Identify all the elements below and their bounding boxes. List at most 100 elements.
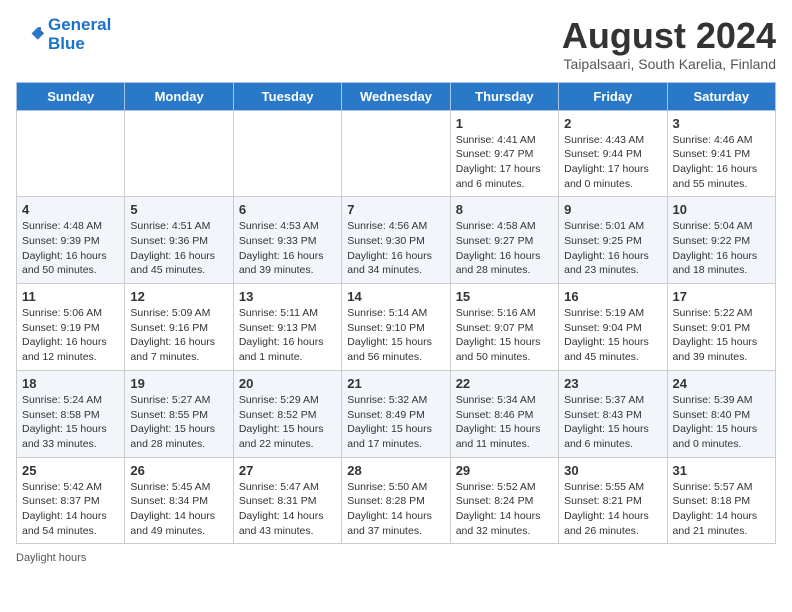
calendar-cell: 5Sunrise: 4:51 AM Sunset: 9:36 PM Daylig…: [125, 197, 233, 284]
day-info: Sunrise: 5:19 AM Sunset: 9:04 PM Dayligh…: [564, 306, 661, 365]
calendar-cell: 27Sunrise: 5:47 AM Sunset: 8:31 PM Dayli…: [233, 457, 341, 544]
calendar-cell: 3 Sunrise: 4:46 AM Sunset: 9:41 PM Daylig…: [667, 110, 775, 197]
day-number: 22: [456, 376, 553, 391]
calendar-cell: [342, 110, 450, 197]
day-number: 18: [22, 376, 119, 391]
day-info: Sunrise: 5:24 AM Sunset: 8:58 PM Dayligh…: [22, 393, 119, 452]
calendar-footer: Daylight hours: [16, 552, 776, 564]
day-info: Sunrise: 5:57 AM Sunset: 8:18 PM Dayligh…: [673, 480, 770, 539]
calendar-table: SundayMondayTuesdayWednesdayThursdayFrid…: [16, 82, 776, 545]
day-number: 4: [22, 202, 119, 217]
day-info: Sunrise: 4:46 AM Sunset: 9:41 PM Dayligh…: [673, 133, 770, 192]
day-number: 5: [130, 202, 227, 217]
calendar-cell: 17 Sunrise: 5:22 AM Sunset: 9:01 PM Dayli…: [667, 284, 775, 371]
calendar-cell: 9 Sunrise: 5:01 AM Sunset: 9:25 PM Daylig…: [559, 197, 667, 284]
calendar-cell: 4 Sunrise: 4:48 AM Sunset: 9:39 PM Daylig…: [17, 197, 125, 284]
calendar-week-row: 1Sunrise: 4:41 AM Sunset: 9:47 PM Daylig…: [17, 110, 776, 197]
day-number: 6: [239, 202, 336, 217]
day-info: Sunrise: 5:01 AM Sunset: 9:25 PM Dayligh…: [564, 219, 661, 278]
day-number: 19: [130, 376, 227, 391]
calendar-cell: 8 Sunrise: 4:58 AM Sunset: 9:27 PM Daylig…: [450, 197, 558, 284]
day-number: 28: [347, 463, 444, 478]
day-number: 26: [130, 463, 227, 478]
calendar-cell: 28 Sunrise: 5:50 AM Sunset: 8:28 PM Dayli…: [342, 457, 450, 544]
day-info: Sunrise: 5:22 AM Sunset: 9:01 PM Dayligh…: [673, 306, 770, 365]
calendar-cell: 6 Sunrise: 4:53 AM Sunset: 9:33 PM Daylig…: [233, 197, 341, 284]
calendar-cell: [233, 110, 341, 197]
logo-text: General Blue: [48, 16, 111, 53]
day-info: Sunrise: 4:56 AM Sunset: 9:30 PM Dayligh…: [347, 219, 444, 278]
day-info: Sunrise: 5:09 AM Sunset: 9:16 PM Dayligh…: [130, 306, 227, 365]
calendar-cell: [125, 110, 233, 197]
day-number: 21: [347, 376, 444, 391]
day-number: 16: [564, 289, 661, 304]
calendar-dow-header: Friday: [559, 82, 667, 110]
day-number: 31: [673, 463, 770, 478]
day-info: Sunrise: 5:52 AM Sunset: 8:24 PM Dayligh…: [456, 480, 553, 539]
logo: General Blue: [16, 16, 111, 53]
calendar-cell: 26 Sunrise: 5:45 AM Sunset: 8:34 PM Dayli…: [125, 457, 233, 544]
day-info: Sunrise: 5:39 AM Sunset: 8:40 PM Dayligh…: [673, 393, 770, 452]
calendar-cell: 21Sunrise: 5:32 AM Sunset: 8:49 PM Dayli…: [342, 370, 450, 457]
calendar-dow-header: Sunday: [17, 82, 125, 110]
day-info: Sunrise: 5:29 AM Sunset: 8:52 PM Dayligh…: [239, 393, 336, 452]
calendar-cell: 19 Sunrise: 5:27 AM Sunset: 8:55 PM Dayli…: [125, 370, 233, 457]
calendar-cell: 30Sunrise: 5:55 AM Sunset: 8:21 PM Dayli…: [559, 457, 667, 544]
day-info: Sunrise: 5:04 AM Sunset: 9:22 PM Dayligh…: [673, 219, 770, 278]
calendar-cell: 2 Sunrise: 4:43 AM Sunset: 9:44 PM Daylig…: [559, 110, 667, 197]
calendar-week-row: 18 Sunrise: 5:24 AM Sunset: 8:58 PM Dayli…: [17, 370, 776, 457]
day-info: Sunrise: 5:06 AM Sunset: 9:19 PM Dayligh…: [22, 306, 119, 365]
day-number: 15: [456, 289, 553, 304]
day-number: 3: [673, 116, 770, 131]
day-number: 25: [22, 463, 119, 478]
calendar-dow-header: Thursday: [450, 82, 558, 110]
day-info: Sunrise: 4:48 AM Sunset: 9:39 PM Dayligh…: [22, 219, 119, 278]
day-info: Sunrise: 5:11 AM Sunset: 9:13 PM Dayligh…: [239, 306, 336, 365]
day-info: Sunrise: 5:50 AM Sunset: 8:28 PM Dayligh…: [347, 480, 444, 539]
calendar-cell: 13 Sunrise: 5:11 AM Sunset: 9:13 PM Dayli…: [233, 284, 341, 371]
calendar-dow-header: Saturday: [667, 82, 775, 110]
calendar-cell: 11Sunrise: 5:06 AM Sunset: 9:19 PM Dayli…: [17, 284, 125, 371]
day-number: 2: [564, 116, 661, 131]
calendar-cell: 10 Sunrise: 5:04 AM Sunset: 9:22 PM Dayli…: [667, 197, 775, 284]
day-number: 10: [673, 202, 770, 217]
day-info: Sunrise: 5:16 AM Sunset: 9:07 PM Dayligh…: [456, 306, 553, 365]
page-header: General Blue August 2024 Taipalsaari, So…: [16, 16, 776, 72]
daylight-label: Daylight hours: [16, 552, 86, 564]
day-info: Sunrise: 4:43 AM Sunset: 9:44 PM Dayligh…: [564, 133, 661, 192]
day-info: Sunrise: 5:34 AM Sunset: 8:46 PM Dayligh…: [456, 393, 553, 452]
month-title: August 2024: [562, 16, 776, 56]
day-number: 7: [347, 202, 444, 217]
calendar-week-row: 11Sunrise: 5:06 AM Sunset: 9:19 PM Dayli…: [17, 284, 776, 371]
calendar-cell: 16 Sunrise: 5:19 AM Sunset: 9:04 PM Dayli…: [559, 284, 667, 371]
calendar-week-row: 25 Sunrise: 5:42 AM Sunset: 8:37 PM Dayli…: [17, 457, 776, 544]
calendar-cell: 31 Sunrise: 5:57 AM Sunset: 8:18 PM Dayli…: [667, 457, 775, 544]
calendar-cell: 7 Sunrise: 4:56 AM Sunset: 9:30 PM Daylig…: [342, 197, 450, 284]
day-number: 14: [347, 289, 444, 304]
calendar-cell: 12Sunrise: 5:09 AM Sunset: 9:16 PM Dayli…: [125, 284, 233, 371]
day-number: 13: [239, 289, 336, 304]
day-info: Sunrise: 5:37 AM Sunset: 8:43 PM Dayligh…: [564, 393, 661, 452]
day-info: Sunrise: 4:41 AM Sunset: 9:47 PM Dayligh…: [456, 133, 553, 192]
calendar-cell: 1Sunrise: 4:41 AM Sunset: 9:47 PM Daylig…: [450, 110, 558, 197]
day-number: 17: [673, 289, 770, 304]
day-number: 24: [673, 376, 770, 391]
calendar-cell: 20 Sunrise: 5:29 AM Sunset: 8:52 PM Dayli…: [233, 370, 341, 457]
day-number: 8: [456, 202, 553, 217]
day-info: Sunrise: 5:45 AM Sunset: 8:34 PM Dayligh…: [130, 480, 227, 539]
day-info: Sunrise: 5:47 AM Sunset: 8:31 PM Dayligh…: [239, 480, 336, 539]
calendar-cell: [17, 110, 125, 197]
day-info: Sunrise: 5:42 AM Sunset: 8:37 PM Dayligh…: [22, 480, 119, 539]
day-info: Sunrise: 4:53 AM Sunset: 9:33 PM Dayligh…: [239, 219, 336, 278]
day-number: 23: [564, 376, 661, 391]
calendar-cell: 22 Sunrise: 5:34 AM Sunset: 8:46 PM Dayli…: [450, 370, 558, 457]
day-info: Sunrise: 5:14 AM Sunset: 9:10 PM Dayligh…: [347, 306, 444, 365]
calendar-dow-header: Wednesday: [342, 82, 450, 110]
day-number: 20: [239, 376, 336, 391]
day-info: Sunrise: 5:55 AM Sunset: 8:21 PM Dayligh…: [564, 480, 661, 539]
day-info: Sunrise: 4:58 AM Sunset: 9:27 PM Dayligh…: [456, 219, 553, 278]
day-number: 9: [564, 202, 661, 217]
location-subtitle: Taipalsaari, South Karelia, Finland: [562, 56, 776, 72]
day-info: Sunrise: 5:27 AM Sunset: 8:55 PM Dayligh…: [130, 393, 227, 452]
title-block: August 2024 Taipalsaari, South Karelia, …: [562, 16, 776, 72]
